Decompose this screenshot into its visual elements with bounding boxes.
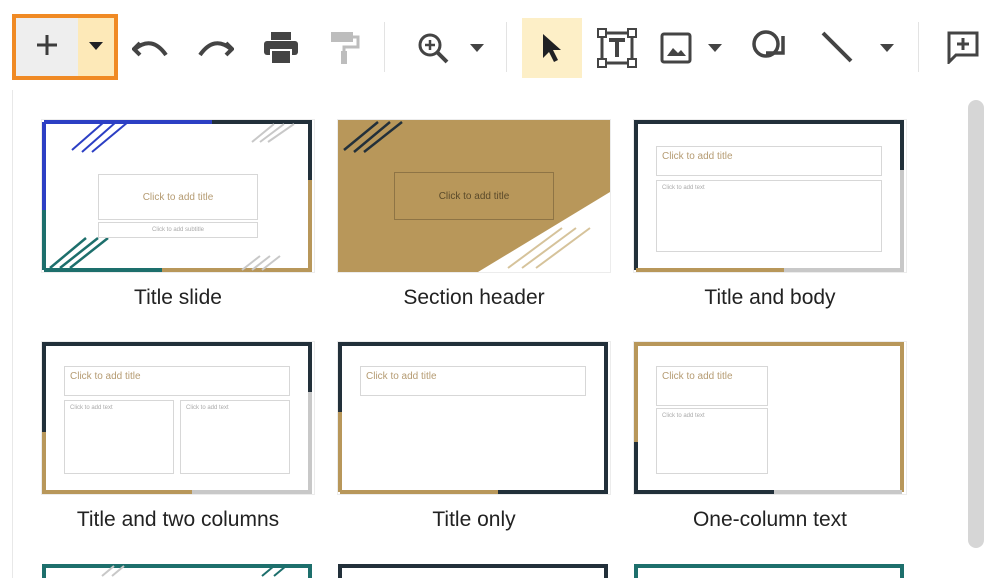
chevron-down-icon — [879, 43, 895, 53]
redo-button[interactable] — [192, 28, 238, 68]
layout-section-header[interactable]: Click to add title Section header — [338, 120, 616, 330]
undo-icon — [132, 35, 170, 61]
paint-format-icon — [329, 30, 361, 66]
toolbar-separator — [506, 22, 507, 72]
zoom-button[interactable] — [410, 26, 456, 70]
undo-button[interactable] — [128, 28, 174, 68]
body-placeholder: Click to add text — [662, 413, 705, 419]
text-box-icon — [597, 28, 637, 68]
layout-thumbnail: Click to add title — [338, 342, 610, 494]
redo-icon — [196, 35, 234, 61]
print-button[interactable] — [258, 26, 304, 70]
layout-thumbnail: Click to add title Click to add text — [634, 342, 906, 494]
layout-label: Title and two columns — [76, 508, 280, 531]
toolbar-separator — [384, 22, 385, 72]
new-slide-layout-dropdown[interactable] — [78, 18, 114, 76]
layout-one-column-text[interactable]: Click to add title Click to add text One… — [634, 342, 912, 552]
zoom-icon — [415, 30, 451, 66]
new-slide-button[interactable] — [16, 18, 78, 76]
image-button[interactable] — [656, 28, 696, 68]
layout-title-slide[interactable]: Click to add title Click to add subtitle… — [42, 120, 320, 330]
comment-icon — [946, 30, 980, 64]
comment-button[interactable] — [938, 24, 988, 70]
layout-label: Title only — [432, 508, 516, 531]
subtitle-placeholder: Click to add subtitle — [151, 227, 205, 233]
layout-thumbnail: Click to add title Click to add text — [634, 120, 906, 272]
paint-format-button[interactable] — [322, 26, 368, 70]
zoom-dropdown[interactable] — [462, 34, 492, 62]
body-placeholder: Click to add text — [662, 185, 705, 191]
layout-title-and-body[interactable]: Click to add title Click to add text Tit… — [634, 120, 912, 330]
layout-title-and-two-columns[interactable]: Click to add title Click to add text Cli… — [42, 342, 320, 552]
select-tool-button[interactable] — [522, 18, 582, 78]
title-placeholder: Click to add title — [142, 191, 214, 203]
layout-label: Section header — [403, 286, 545, 309]
line-dropdown[interactable] — [872, 34, 902, 62]
layout-thumbnail: Click to add title — [338, 120, 610, 272]
line-button[interactable] — [812, 24, 862, 70]
shape-button[interactable] — [744, 24, 794, 70]
chevron-down-icon — [707, 43, 723, 53]
title-placeholder: Click to add title — [438, 190, 510, 202]
toolbar-separator — [918, 22, 919, 72]
plus-icon — [34, 32, 60, 63]
chevron-down-icon — [469, 43, 485, 53]
line-icon — [817, 27, 857, 67]
layout-label: Title slide — [134, 286, 222, 309]
title-placeholder: Click to add title — [662, 151, 733, 162]
left-column-placeholder: Click to add text — [70, 405, 113, 411]
layout-label: Title and body — [704, 286, 836, 309]
right-column-placeholder: Click to add text — [186, 405, 229, 411]
scrollbar[interactable] — [968, 100, 984, 548]
chevron-down-icon — [88, 38, 104, 56]
toolbar — [0, 0, 1000, 90]
text-box-button[interactable] — [592, 24, 642, 72]
title-placeholder: Click to add title — [366, 371, 437, 382]
layout-thumbnail: Click to add title Click to add subtitle — [42, 120, 314, 272]
layout-thumbnail-partial[interactable] — [338, 564, 610, 578]
shape-icon — [749, 27, 789, 67]
title-placeholder: Click to add title — [662, 371, 733, 382]
layout-thumbnail: Click to add title Click to add text Cli… — [42, 342, 314, 494]
new-slide-group — [12, 14, 118, 80]
cursor-icon — [540, 32, 564, 64]
title-placeholder: Click to add title — [70, 371, 141, 382]
layout-thumbnail-partial[interactable] — [42, 564, 314, 578]
layout-label: One-column text — [692, 508, 848, 531]
print-icon — [262, 31, 300, 65]
layout-title-only[interactable]: Click to add title Title only — [338, 342, 616, 552]
image-dropdown[interactable] — [700, 34, 730, 62]
image-icon — [660, 32, 692, 64]
layout-thumbnail-partial[interactable] — [634, 564, 906, 578]
